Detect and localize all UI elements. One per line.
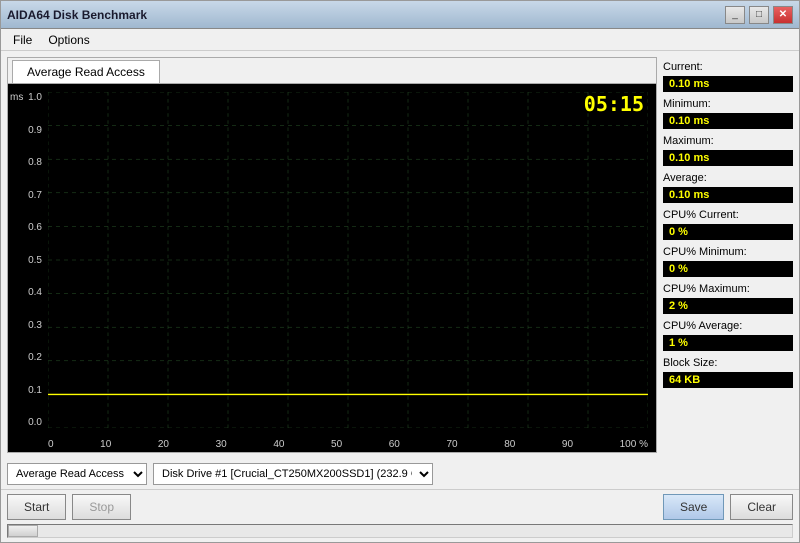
x-label-30: 30 [216,439,227,450]
chart-area: ms 1.0 0.9 0.8 0.7 0.6 0.5 0.4 0.3 0.2 0… [8,84,656,452]
chart-grid [48,92,648,428]
y-label-10: 1.0 [28,92,46,103]
y-axis-labels: 1.0 0.9 0.8 0.7 0.6 0.5 0.4 0.3 0.2 0.1 … [10,92,46,428]
y-label-00: 0.0 [28,417,46,428]
horizontal-scrollbar[interactable] [7,524,793,538]
cpu-current-value: 0 % [663,224,793,240]
main-content: Average Read Access ms 1.0 0.9 0.8 0.7 0… [1,51,799,459]
y-label-04: 0.4 [28,287,46,298]
x-label-0: 0 [48,439,54,450]
minimize-button[interactable]: _ [725,6,745,24]
y-label-08: 0.8 [28,157,46,168]
main-window: AIDA64 Disk Benchmark _ □ ✕ File Options… [0,0,800,543]
maximize-button[interactable]: □ [749,6,769,24]
minimum-value: 0.10 ms [663,113,793,129]
y-label-02: 0.2 [28,352,46,363]
save-button[interactable]: Save [663,494,724,520]
cpu-current-label: CPU% Current: [663,209,793,221]
x-label-20: 20 [158,439,169,450]
scrollbar-thumb[interactable] [8,525,38,537]
close-button[interactable]: ✕ [773,6,793,24]
cpu-maximum-label: CPU% Maximum: [663,283,793,295]
x-label-10: 10 [100,439,111,450]
x-axis-labels: 0 10 20 30 40 50 60 70 80 90 100 % [48,439,648,450]
timer-display: 05:15 [584,92,644,116]
y-label-09: 0.9 [28,125,46,136]
block-size-value: 64 KB [663,372,793,388]
cpu-minimum-value: 0 % [663,261,793,277]
x-label-50: 50 [331,439,342,450]
menu-file[interactable]: File [5,31,40,49]
maximum-value: 0.10 ms [663,150,793,166]
menu-options[interactable]: Options [40,31,97,49]
y-label-05: 0.5 [28,255,46,266]
x-label-70: 70 [446,439,457,450]
y-label-03: 0.3 [28,320,46,331]
x-label-40: 40 [273,439,284,450]
drive-dropdown[interactable]: Disk Drive #1 [Crucial_CT250MX200SSD1] (… [153,463,433,485]
bottom-controls: Average Read Access Disk Drive #1 [Cruci… [1,459,799,489]
chart-panel: Average Read Access ms 1.0 0.9 0.8 0.7 0… [7,57,657,453]
cpu-average-value: 1 % [663,335,793,351]
bottom-area: Average Read Access Disk Drive #1 [Cruci… [1,459,799,542]
cpu-average-label: CPU% Average: [663,320,793,332]
current-value: 0.10 ms [663,76,793,92]
minimum-label: Minimum: [663,98,793,110]
clear-button[interactable]: Clear [730,494,793,520]
tab-average-read-access[interactable]: Average Read Access [12,60,160,83]
benchmark-dropdown[interactable]: Average Read Access [7,463,147,485]
tab-bar: Average Read Access [8,58,656,84]
window-controls: _ □ ✕ [725,6,793,24]
stats-panel: Current: 0.10 ms Minimum: 0.10 ms Maximu… [663,57,793,453]
x-label-60: 60 [389,439,400,450]
block-size-label: Block Size: [663,357,793,369]
x-label-90: 90 [562,439,573,450]
y-label-06: 0.6 [28,222,46,233]
action-buttons: Start Stop Save Clear [1,489,799,524]
window-title: AIDA64 Disk Benchmark [7,8,147,22]
maximum-label: Maximum: [663,135,793,147]
current-label: Current: [663,61,793,73]
y-label-07: 0.7 [28,190,46,201]
menu-bar: File Options [1,29,799,51]
cpu-minimum-label: CPU% Minimum: [663,246,793,258]
start-button[interactable]: Start [7,494,66,520]
average-label: Average: [663,172,793,184]
title-bar: AIDA64 Disk Benchmark _ □ ✕ [1,1,799,29]
y-label-01: 0.1 [28,385,46,396]
x-label-80: 80 [504,439,515,450]
average-value: 0.10 ms [663,187,793,203]
x-label-100: 100 % [620,439,648,450]
stop-button[interactable]: Stop [72,494,131,520]
cpu-maximum-value: 2 % [663,298,793,314]
